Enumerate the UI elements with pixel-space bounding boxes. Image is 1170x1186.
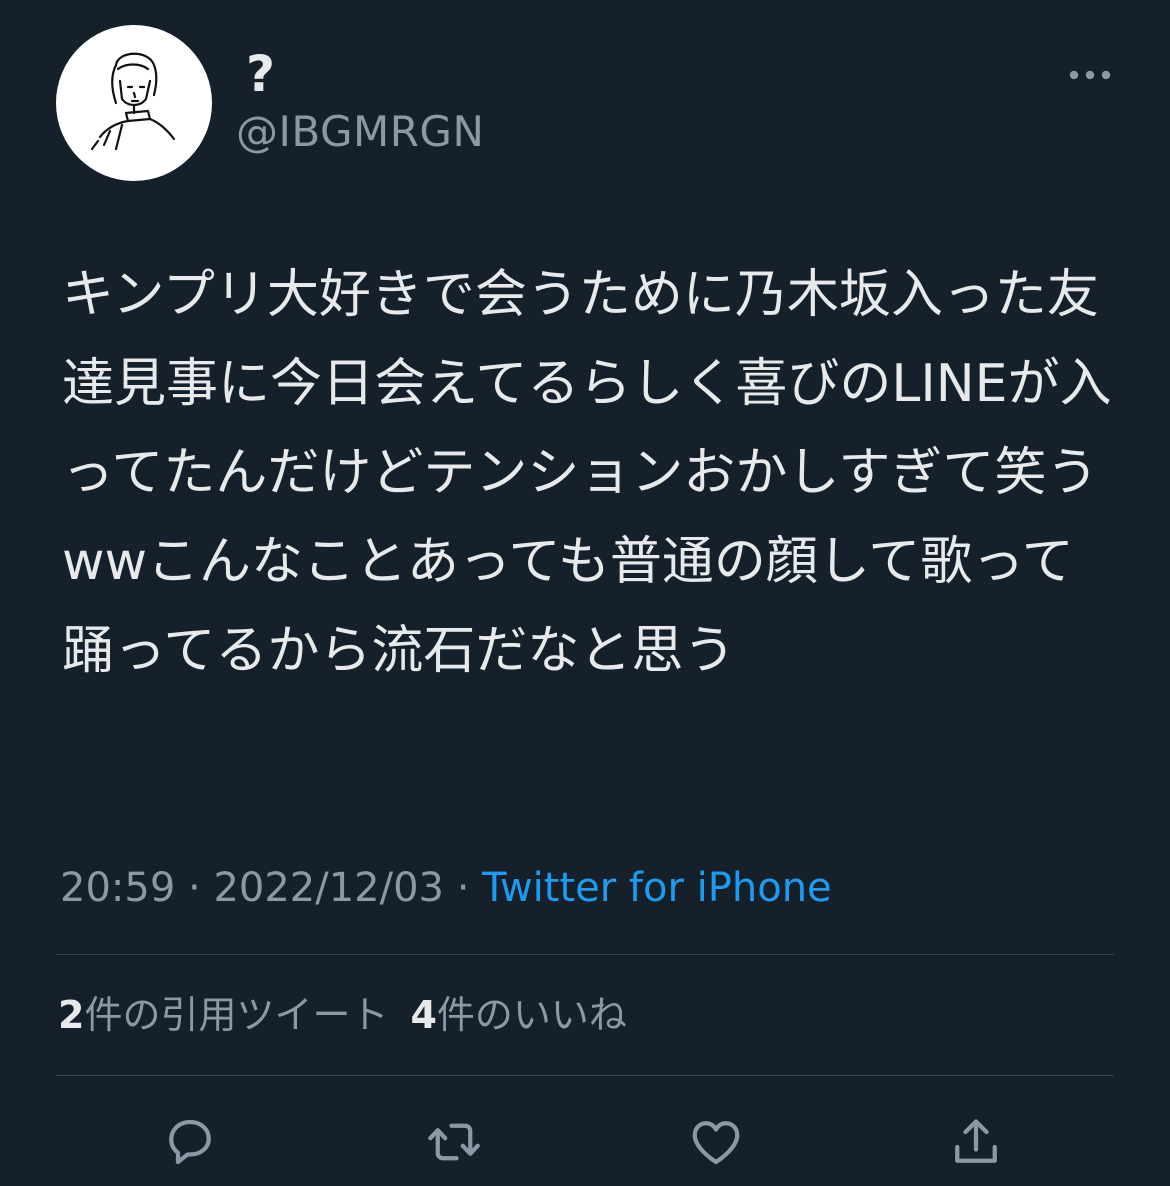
tweet-date[interactable]: 2022/12/03 xyxy=(213,865,444,911)
share-button[interactable] xyxy=(944,1110,1008,1174)
avatar[interactable] xyxy=(56,25,212,181)
tweet-time[interactable]: 20:59 xyxy=(60,865,175,911)
like-count: 4 xyxy=(410,993,437,1037)
like-label: 件のいいね xyxy=(436,993,627,1037)
avatar-drawing-icon xyxy=(90,52,176,151)
more-dots-icon xyxy=(1069,70,1111,80)
divider xyxy=(56,1075,1114,1076)
likes-stat[interactable]: 4件のいいね xyxy=(410,993,626,1037)
tweet-stats: 2件の引用ツイート 4件のいいね xyxy=(58,990,649,1040)
more-options-button[interactable] xyxy=(1060,58,1120,92)
tweet-text: キンプリ大好きで会うために乃木坂入った友達見事に今日会えてるらしく喜びのLINE… xyxy=(62,265,1112,681)
meta-separator: · xyxy=(175,865,214,911)
retweet-arrows-icon xyxy=(428,1123,480,1161)
divider xyxy=(56,954,1114,955)
tweet-card: ? @IBGMRGN キンプリ大好きで会うために乃木坂入った友達見事に今日会えて… xyxy=(0,0,1170,1186)
tweet-source-link[interactable]: Twitter for iPhone xyxy=(482,865,832,911)
heart-icon xyxy=(692,1121,740,1165)
tweet-meta: 20:59 · 2022/12/03 · Twitter for iPhone xyxy=(60,862,832,914)
meta-separator: · xyxy=(443,865,483,911)
like-button[interactable] xyxy=(684,1110,748,1174)
user-handle[interactable]: @IBGMRGN xyxy=(236,106,484,158)
reply-bubble-icon xyxy=(169,1119,211,1165)
quote-label: 件の引用ツイート xyxy=(84,993,389,1037)
quote-count: 2 xyxy=(58,993,85,1037)
display-name[interactable]: ? xyxy=(246,44,275,104)
quote-tweets-stat[interactable]: 2件の引用ツイート xyxy=(58,993,388,1037)
share-upload-icon xyxy=(955,1119,997,1163)
retweet-button[interactable] xyxy=(422,1110,486,1174)
reply-button[interactable] xyxy=(158,1110,222,1174)
